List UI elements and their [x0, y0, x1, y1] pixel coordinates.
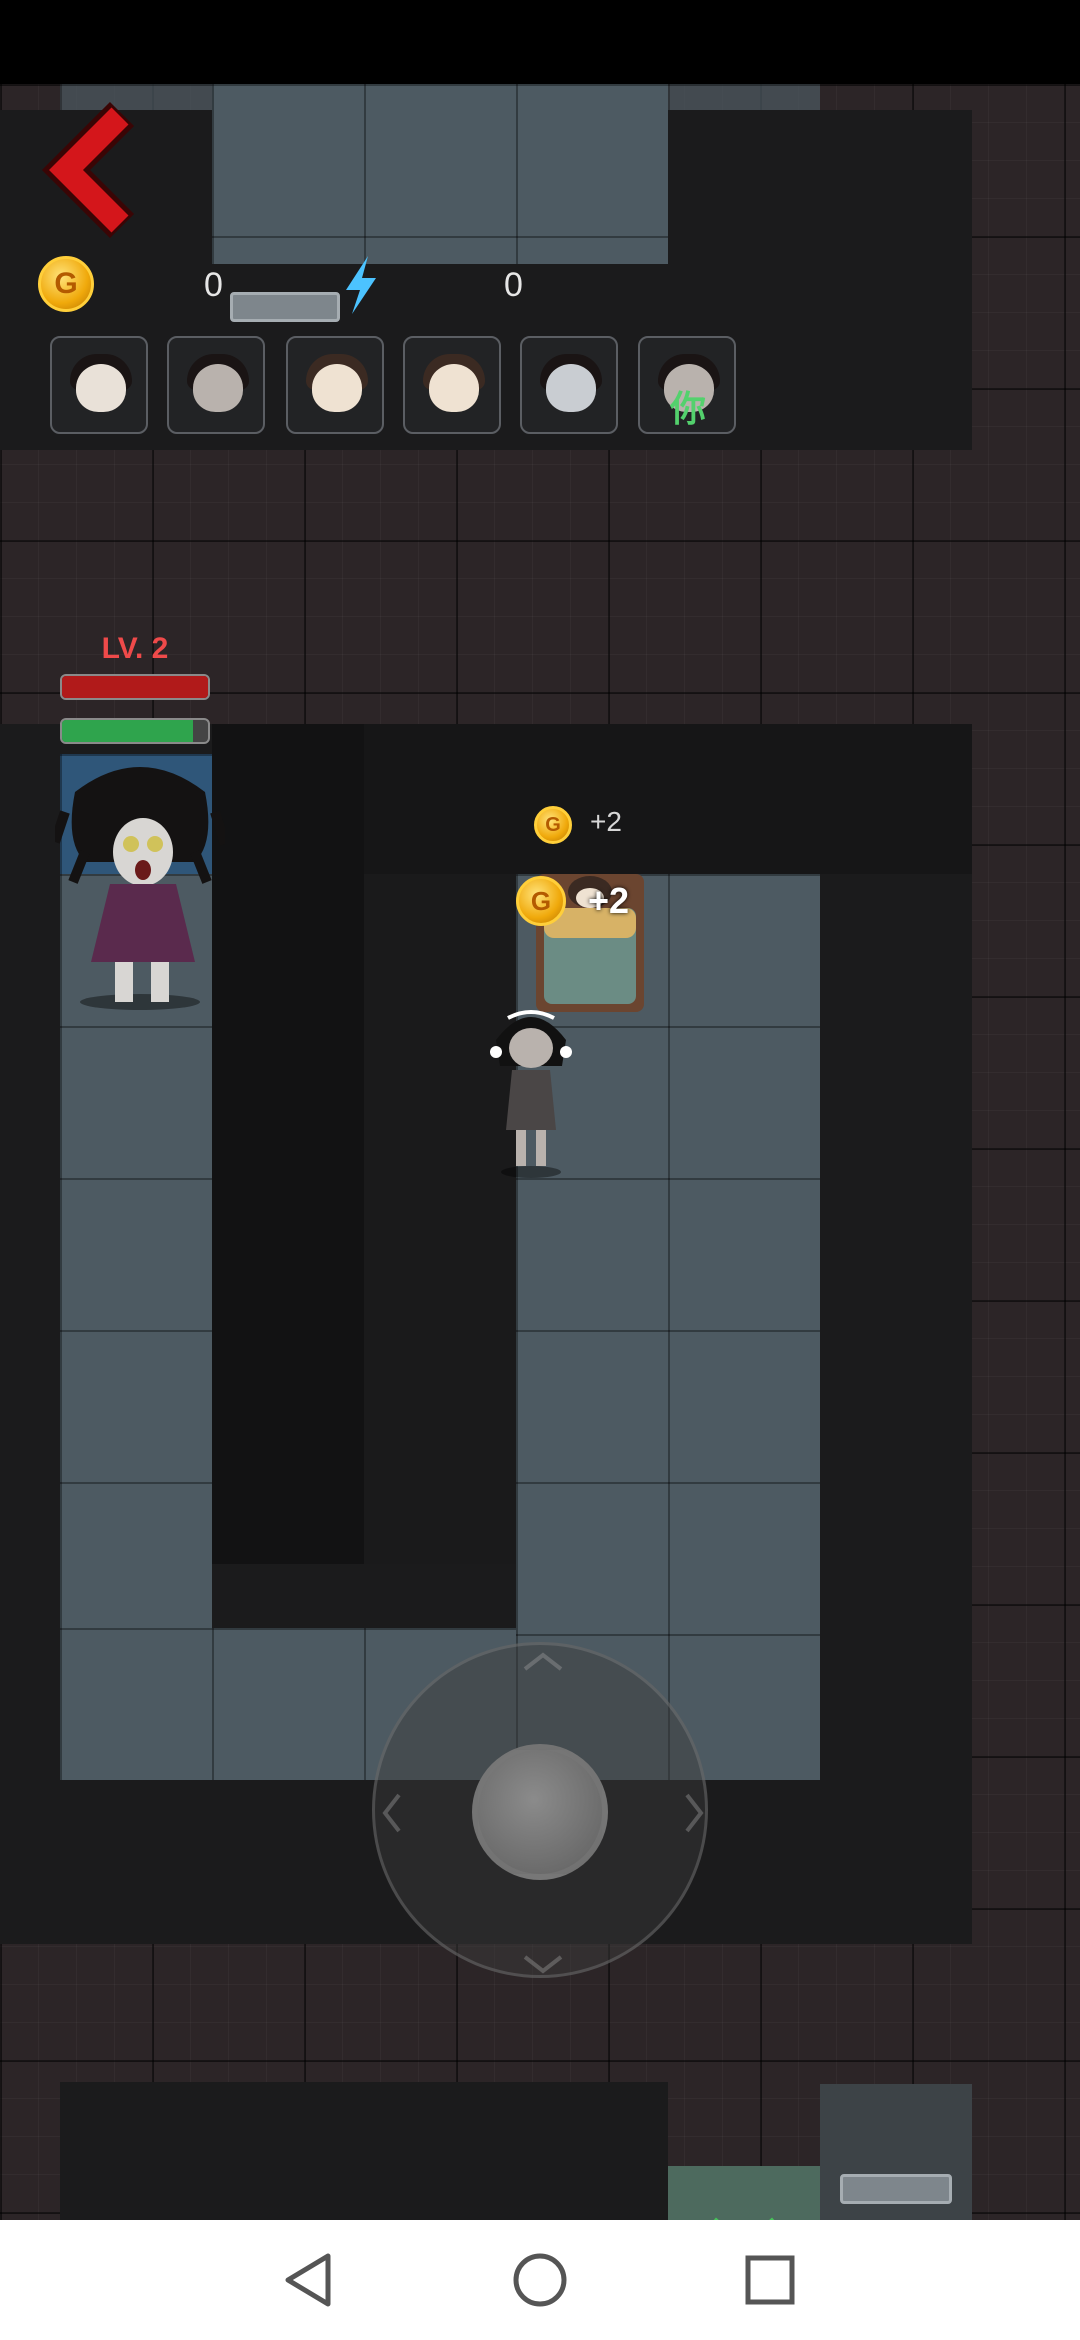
- triangle-back-icon: [285, 2253, 331, 2307]
- party-slot-5[interactable]: [520, 336, 618, 434]
- reward-text-small: +2: [590, 806, 622, 837]
- dark-bottom: [60, 2082, 668, 2220]
- chevron-down-icon: [713, 2217, 775, 2220]
- coin-icon-small: G: [534, 806, 572, 844]
- joystick-knob[interactable]: [472, 1744, 608, 1880]
- status-bar: [0, 0, 1080, 84]
- coin-letter: G: [530, 886, 552, 916]
- floor-top-room: [212, 84, 668, 264]
- nav-recents-button[interactable]: [730, 2240, 810, 2320]
- door-plate-top[interactable]: [230, 292, 340, 322]
- enemy-level-label: LV. 2: [101, 632, 169, 665]
- party-slot-2[interactable]: [167, 336, 265, 434]
- character-face: [193, 364, 243, 412]
- party-slot-3[interactable]: [286, 336, 384, 434]
- character-face: [76, 364, 126, 412]
- navigation-bar: [0, 2220, 1080, 2340]
- enemy-stamina-fill: [62, 720, 194, 742]
- character-face: [429, 364, 479, 412]
- energy-icon: [340, 254, 382, 316]
- party-slot-1[interactable]: [50, 336, 148, 434]
- wall-inner: [212, 724, 364, 1564]
- back-button[interactable]: [40, 100, 150, 240]
- coin-letter: G: [54, 267, 78, 300]
- stairs-down[interactable]: [668, 2166, 820, 2220]
- circle-home-icon: [513, 2253, 567, 2307]
- you-tag: 你: [670, 388, 707, 429]
- enemy-health-bar: [60, 674, 210, 700]
- coin-icon: G: [38, 256, 94, 312]
- nav-home-button[interactable]: [500, 2240, 580, 2320]
- nav-back-button[interactable]: [270, 2240, 350, 2320]
- character-face: [312, 364, 362, 412]
- reward-text-large: +2: [588, 880, 630, 921]
- player-character: [486, 1000, 576, 1180]
- door-plate-bottom[interactable]: [840, 2174, 952, 2204]
- enemy-health-fill: [62, 676, 208, 698]
- coin-count: 0: [204, 266, 223, 304]
- square-recents-icon: [745, 2255, 795, 2305]
- ghost-enemy: [50, 752, 230, 1012]
- character-face: [546, 364, 596, 412]
- chevron-left-icon: [41, 101, 135, 239]
- energy-count: 0: [504, 266, 523, 304]
- wall-top-band: [364, 724, 972, 874]
- enemy-stamina-bar: [60, 718, 210, 744]
- coin-letter: G: [545, 814, 561, 836]
- party-slot-you[interactable]: 你: [638, 336, 736, 434]
- coin-icon-large: G: [516, 876, 566, 926]
- floor-top-strip: [60, 84, 820, 110]
- party-slot-4[interactable]: [403, 336, 501, 434]
